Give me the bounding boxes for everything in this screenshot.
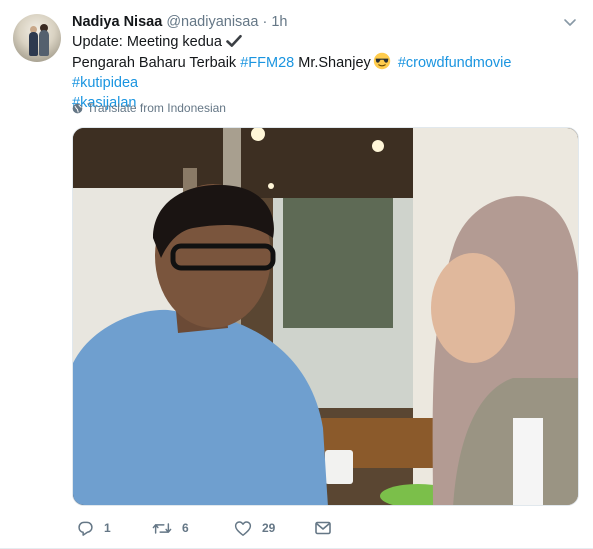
photo-scene: [73, 128, 578, 505]
direct-message-button[interactable]: [315, 518, 341, 538]
photo-ceiling-light: [268, 183, 274, 189]
like-count: 29: [262, 521, 276, 535]
tweet-photo[interactable]: [72, 127, 579, 506]
avatar-figure-body: [29, 32, 38, 56]
reply-button[interactable]: 1: [77, 518, 111, 538]
sunglasses-emoji-icon: [373, 52, 390, 70]
hashtag-ffm28[interactable]: #FFM28: [240, 55, 294, 71]
tweet-card[interactable]: Nadiya Nisaa @nadiyanisaa · 1h Update: M…: [0, 0, 593, 549]
tweet-line-1: Update: Meeting kedua: [72, 32, 577, 52]
hashtag-crowdfundmovie[interactable]: #crowdfundmovie: [398, 55, 512, 71]
tweet-line-2: Pengarah Baharu Terbaik #FFM28 Mr.Shanje…: [72, 52, 577, 93]
author-name[interactable]: Nadiya Nisaa: [72, 14, 162, 30]
photo-cup: [325, 450, 353, 484]
translate-link[interactable]: Translate from Indonesian: [72, 100, 226, 116]
tweet-actions: 1 6 29: [72, 518, 372, 538]
heart-icon: [234, 520, 252, 536]
photo-ceiling-light: [372, 140, 384, 152]
tweet-line-1-text: Update: Meeting kedua: [72, 34, 222, 50]
tweet-timestamp[interactable]: 1h: [271, 14, 287, 30]
globe-icon: [72, 103, 83, 114]
retweet-icon: [152, 522, 172, 534]
tweet-header: Nadiya Nisaa @nadiyanisaa · 1h: [72, 13, 287, 31]
hashtag-kutipidea[interactable]: #kutipidea: [72, 75, 138, 91]
envelope-icon: [315, 521, 331, 535]
mention-text: Mr.Shanjey: [298, 55, 371, 71]
photo-woman-collar: [513, 418, 543, 505]
heavy-check-mark-icon: [226, 34, 242, 47]
retweet-button[interactable]: 6: [152, 518, 189, 538]
translate-label: Translate from Indonesian: [87, 101, 226, 115]
photo-tree: [283, 198, 393, 328]
separator-dot: ·: [262, 14, 268, 30]
author-handle[interactable]: @nadiyanisaa: [166, 14, 258, 30]
author-avatar[interactable]: [13, 14, 61, 62]
chevron-down-icon[interactable]: [562, 14, 578, 30]
reply-icon: [78, 521, 93, 536]
tweet-line-2-text: Pengarah Baharu Terbaik: [72, 55, 237, 71]
retweet-count: 6: [182, 521, 189, 535]
avatar-figure-body: [39, 30, 49, 56]
reply-count: 1: [104, 521, 111, 535]
photo-woman-face: [431, 253, 515, 363]
like-button[interactable]: 29: [234, 518, 275, 538]
